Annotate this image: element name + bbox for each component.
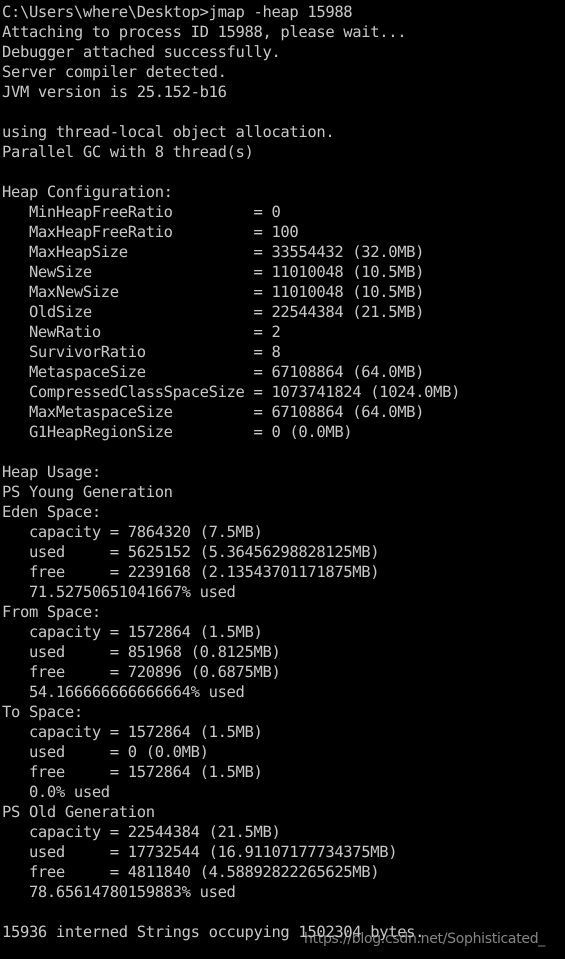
terminal-line: free = 1572864 (1.5MB) (2, 763, 263, 781)
terminal-line: MinHeapFreeRatio = 0 (2, 203, 281, 221)
terminal-line: 15936 interned Strings occupying 1502304… (2, 923, 425, 941)
terminal-line: used = 5625152 (5.36456298828125MB) (2, 543, 380, 561)
terminal-line: NewSize = 11010048 (10.5MB) (2, 263, 425, 281)
terminal-line: JVM version is 25.152-b16 (2, 83, 227, 101)
terminal-line: capacity = 1572864 (1.5MB) (2, 623, 263, 641)
terminal-line: free = 2239168 (2.13543701171875MB) (2, 563, 380, 581)
terminal-console[interactable]: C:\Users\where\Desktop>jmap -heap 15988 A… (0, 0, 565, 959)
terminal-line: 0.0% used (2, 783, 110, 801)
terminal-line: MaxNewSize = 11010048 (10.5MB) (2, 283, 425, 301)
terminal-line: PS Young Generation (2, 483, 173, 501)
terminal-line: To Space: (2, 703, 83, 721)
terminal-line: OldSize = 22544384 (21.5MB) (2, 303, 425, 321)
terminal-line: SurvivorRatio = 8 (2, 343, 281, 361)
terminal-line: CompressedClassSpaceSize = 1073741824 (1… (2, 383, 461, 401)
terminal-line: Attaching to process ID 15988, please wa… (2, 23, 407, 41)
terminal-line: Heap Usage: (2, 463, 101, 481)
terminal-line: used = 851968 (0.8125MB) (2, 643, 281, 661)
terminal-line: capacity = 1572864 (1.5MB) (2, 723, 263, 741)
terminal-line: Eden Space: (2, 503, 101, 521)
terminal-line: G1HeapRegionSize = 0 (0.0MB) (2, 423, 353, 441)
terminal-line: C:\Users\where\Desktop>jmap -heap 15988 (2, 3, 353, 21)
terminal-line: PS Old Generation (2, 803, 155, 821)
terminal-line: using thread-local object allocation. (2, 123, 335, 141)
terminal-line: MaxHeapFreeRatio = 100 (2, 223, 299, 241)
terminal-line: free = 720896 (0.6875MB) (2, 663, 281, 681)
terminal-line: MetaspaceSize = 67108864 (64.0MB) (2, 363, 425, 381)
terminal-line: used = 0 (0.0MB) (2, 743, 209, 761)
terminal-line: 78.65614780159883% used (2, 883, 236, 901)
terminal-line: capacity = 7864320 (7.5MB) (2, 523, 263, 541)
terminal-line: 71.52750651041667% used (2, 583, 236, 601)
terminal-line: Server compiler detected. (2, 63, 227, 81)
terminal-line: free = 4811840 (4.58892822265625MB) (2, 863, 380, 881)
terminal-line: Parallel GC with 8 thread(s) (2, 143, 254, 161)
terminal-line: MaxHeapSize = 33554432 (32.0MB) (2, 243, 425, 261)
terminal-line: used = 17732544 (16.91107177734375MB) (2, 843, 398, 861)
terminal-line: From Space: (2, 603, 101, 621)
terminal-line: 54.166666666666664% used (2, 683, 245, 701)
terminal-line: capacity = 22544384 (21.5MB) (2, 823, 281, 841)
terminal-line: NewRatio = 2 (2, 323, 281, 341)
terminal-line: Debugger attached successfully. (2, 43, 281, 61)
terminal-line: MaxMetaspaceSize = 67108864 (64.0MB) (2, 403, 425, 421)
terminal-line: Heap Configuration: (2, 183, 173, 201)
